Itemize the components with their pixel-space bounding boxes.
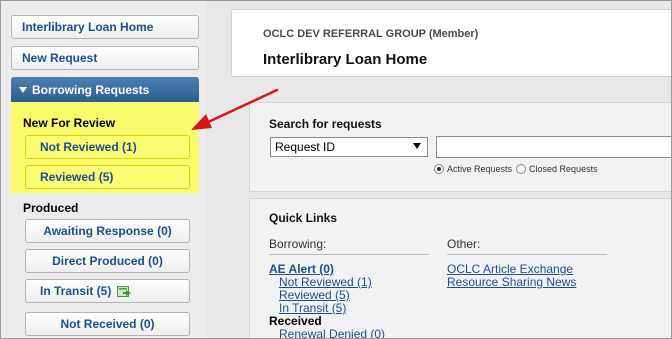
active-requests-label: Active Requests xyxy=(447,164,513,174)
produced-label: Produced xyxy=(23,201,79,215)
direct-produced-label: Direct Produced (0) xyxy=(52,254,163,268)
page-title: Interlibrary Loan Home xyxy=(263,51,428,68)
transit-icon xyxy=(117,285,133,298)
dropdown-arrow-icon xyxy=(413,143,421,149)
search-field-select[interactable]: Request ID xyxy=(270,137,428,157)
not-reviewed-label: Not Reviewed (1) xyxy=(40,140,137,154)
page-header: OCLC DEV REFERRAL GROUP (Member) Interli… xyxy=(231,9,671,77)
closed-requests-radio[interactable] xyxy=(516,164,527,174)
not-reviewed-link[interactable]: Not Reviewed (1) xyxy=(279,275,372,289)
new-for-review-label: New For Review xyxy=(23,116,116,130)
not-received-button[interactable]: Not Received (0) xyxy=(25,312,190,336)
quick-links-title: Quick Links xyxy=(269,211,338,225)
organization-name: OCLC DEV REFERRAL GROUP (Member) xyxy=(263,28,479,40)
received-heading: Received xyxy=(269,314,322,328)
collapse-triangle-icon xyxy=(19,86,27,93)
reviewed-label: Reviewed (5) xyxy=(40,170,114,184)
ae-alert-link[interactable]: AE Alert (0) xyxy=(269,262,334,276)
in-transit-button[interactable]: In Transit (5) xyxy=(25,279,190,303)
renewal-denied-link[interactable]: Renewal Denied (0) xyxy=(279,327,385,338)
borrowing-requests-label: Borrowing Requests xyxy=(32,82,150,97)
other-heading: Other: xyxy=(447,237,607,255)
awaiting-response-button[interactable]: Awaiting Response (0) xyxy=(25,219,190,243)
new-request-label: New Request xyxy=(22,51,98,65)
quick-links-panel: Quick Links Borrowing: Other: AE Alert (… xyxy=(249,198,671,338)
home-button-label: Interlibrary Loan Home xyxy=(22,20,154,34)
borrowing-heading: Borrowing: xyxy=(269,237,429,255)
not-reviewed-button[interactable]: Not Reviewed (1) xyxy=(25,135,190,159)
in-transit-link[interactable]: In Transit (5) xyxy=(279,301,346,315)
borrowing-requests-header[interactable]: Borrowing Requests xyxy=(11,77,199,102)
resource-sharing-news-link[interactable]: Resource Sharing News xyxy=(447,275,576,289)
search-panel: Search for requests Request ID Active Re… xyxy=(249,102,671,192)
search-input[interactable] xyxy=(436,136,671,158)
search-label: Search for requests xyxy=(269,117,382,131)
sidebar: Interlibrary Loan Home New Request Borro… xyxy=(1,1,206,338)
app-window: Interlibrary Loan Home New Request Borro… xyxy=(0,0,672,339)
direct-produced-button[interactable]: Direct Produced (0) xyxy=(25,249,190,273)
search-field-value: Request ID xyxy=(275,140,336,154)
reviewed-link[interactable]: Reviewed (5) xyxy=(279,288,350,302)
new-request-button[interactable]: New Request xyxy=(11,46,199,70)
in-transit-label: In Transit (5) xyxy=(40,284,112,298)
closed-requests-label: Closed Requests xyxy=(529,164,598,174)
awaiting-response-label: Awaiting Response (0) xyxy=(43,224,172,238)
reviewed-button[interactable]: Reviewed (5) xyxy=(25,165,190,189)
active-requests-radio[interactable] xyxy=(434,164,444,174)
not-received-label: Not Received (0) xyxy=(60,317,155,331)
interlibrary-loan-home-button[interactable]: Interlibrary Loan Home xyxy=(11,15,199,39)
request-status-options: Active Requests Closed Requests xyxy=(434,164,598,174)
article-exchange-link[interactable]: OCLC Article Exchange xyxy=(447,262,573,276)
